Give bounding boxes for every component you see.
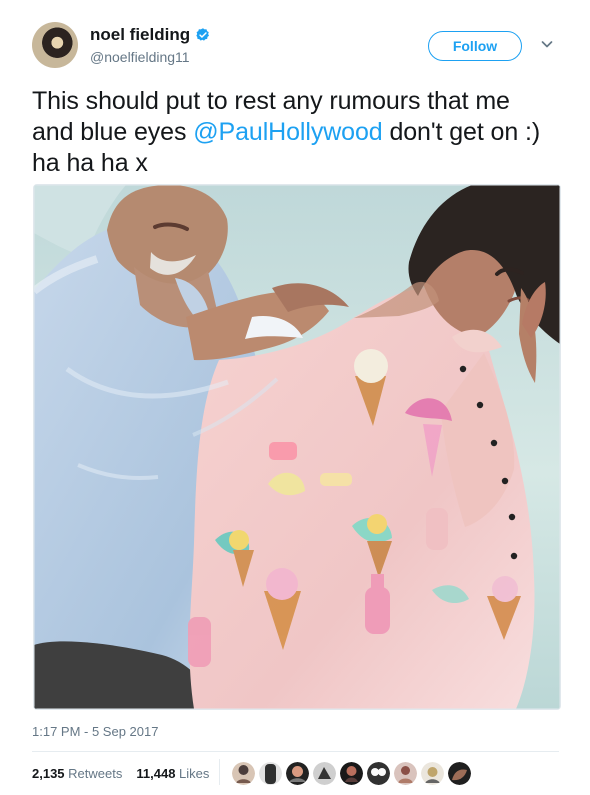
tweet-stats: 2,135 Retweets 11,448 Likes (32, 766, 209, 781)
liker-avatar-icon[interactable] (448, 762, 471, 785)
tweet-header: noel fielding @noelfielding11 Follow (32, 22, 562, 72)
likes-stat[interactable]: 11,448 Likes (136, 766, 209, 781)
retweets-count: 2,135 (32, 766, 65, 781)
tweet-timestamp[interactable]: 1:17 PM - 5 Sep 2017 (32, 724, 158, 739)
verified-badge-icon (196, 28, 210, 41)
liker-avatar-icon[interactable] (340, 762, 363, 785)
liker-avatar-icon[interactable] (286, 762, 309, 785)
liker-avatar-icon[interactable] (421, 762, 444, 785)
likes-label: Likes (179, 766, 210, 781)
retweets-stat[interactable]: 2,135 Retweets (32, 766, 122, 781)
stats-divider (32, 751, 559, 752)
liker-avatar-icon[interactable] (367, 762, 390, 785)
author-name[interactable]: noel fielding (90, 25, 190, 45)
retweets-label: Retweets (68, 766, 123, 781)
author-name-line[interactable]: noel fielding (90, 25, 211, 45)
likers-divider (219, 759, 220, 785)
tweet-photo-icon (34, 185, 560, 709)
tweet-card: noel fielding @noelfielding11 Follow Thi… (0, 0, 590, 795)
liker-avatars (232, 762, 471, 786)
follow-button[interactable]: Follow (428, 31, 522, 61)
mention-link[interactable]: @PaulHollywood (193, 118, 382, 146)
liker-avatar-icon[interactable] (394, 762, 417, 785)
liker-avatar-icon[interactable] (232, 762, 255, 785)
tweet-photo[interactable] (33, 184, 561, 710)
liker-avatar-icon[interactable] (313, 762, 336, 785)
likes-count: 11,448 (136, 766, 176, 781)
user-avatar-icon[interactable] (32, 22, 78, 68)
liker-avatar-icon[interactable] (259, 762, 282, 785)
author-handle[interactable]: @noelfielding11 (90, 49, 190, 65)
tweet-text: This should put to rest any rumours that… (32, 86, 552, 179)
chevron-down-icon[interactable] (540, 37, 554, 51)
